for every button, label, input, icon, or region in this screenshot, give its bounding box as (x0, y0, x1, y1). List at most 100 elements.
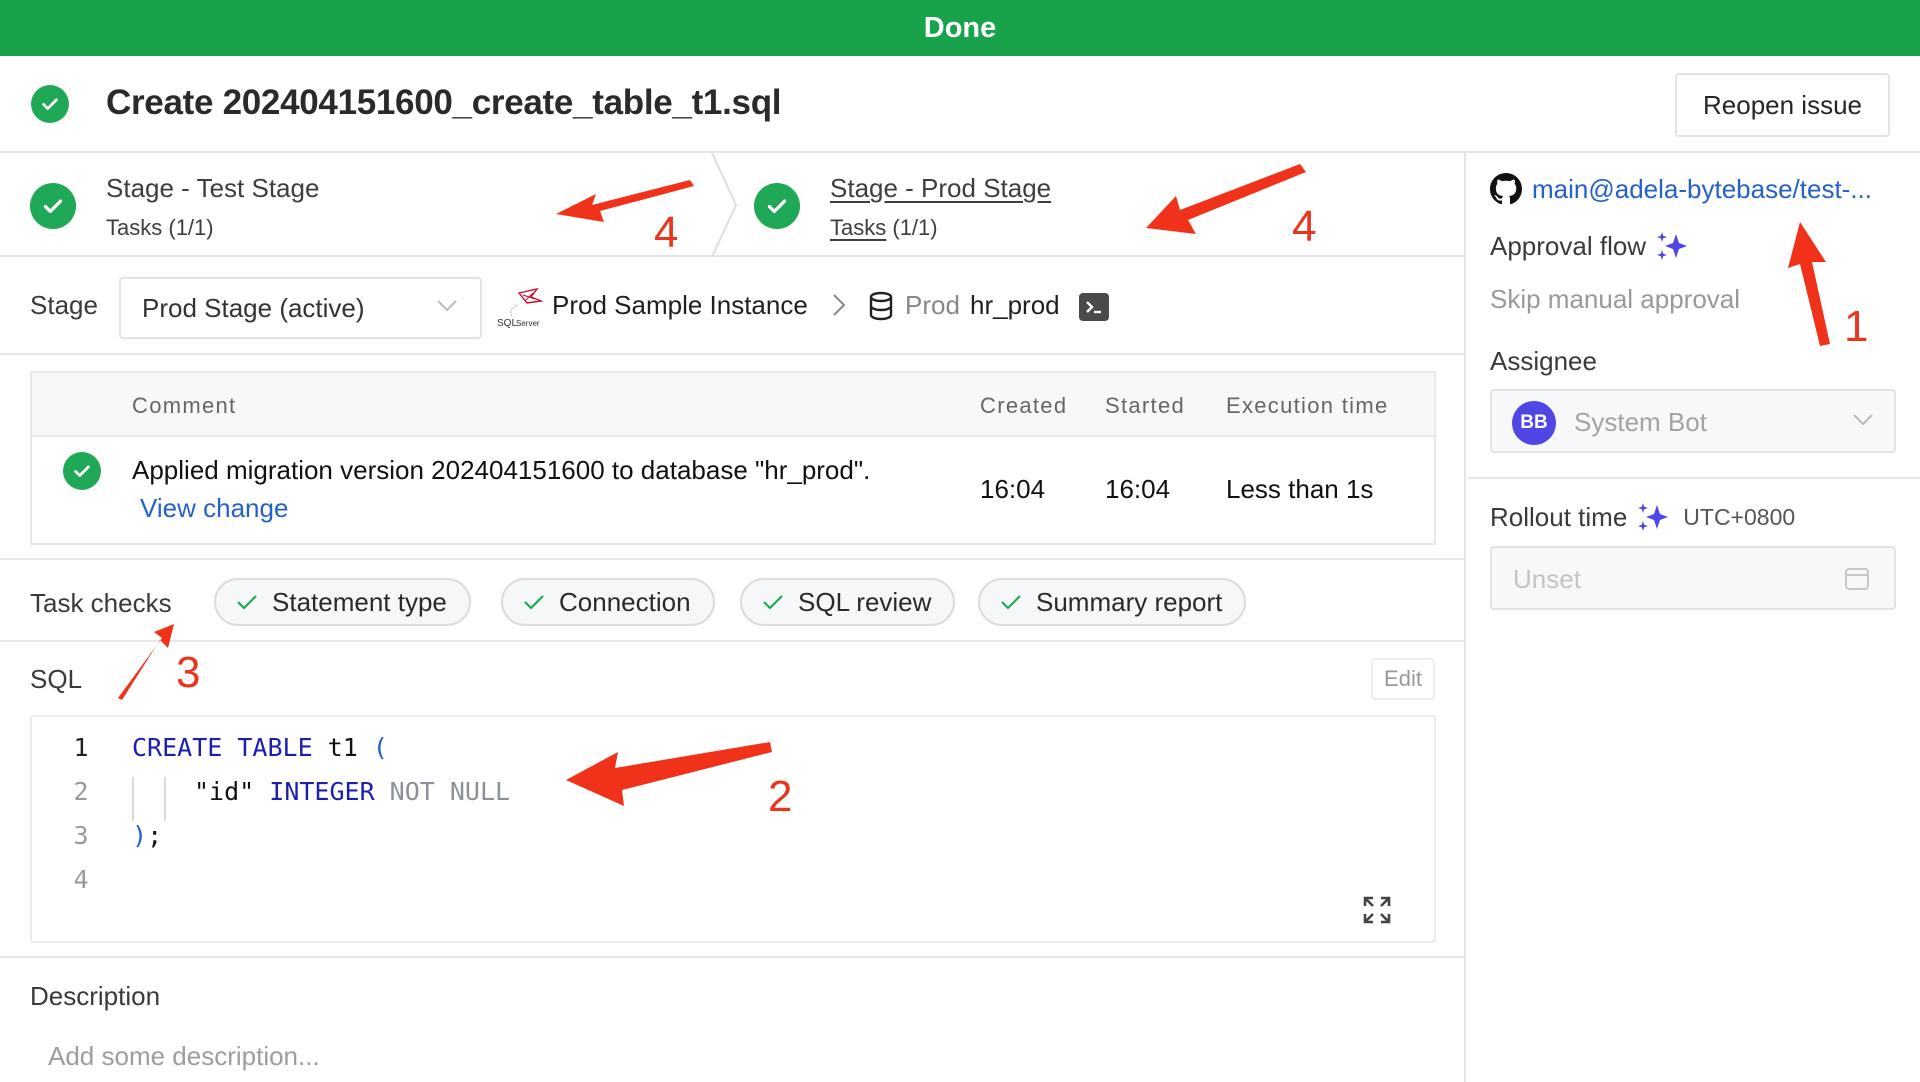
code-text: ); (132, 821, 162, 850)
code-token: NOT NULL (374, 777, 511, 806)
check-chip-label: Connection (559, 586, 691, 617)
issue-status-bar: Done (0, 0, 1920, 56)
code-token: ( (372, 733, 388, 762)
approval-flow-heading: Approval flow (1490, 230, 1688, 262)
code-line: 1 CREATE TABLE t1 ( (32, 733, 1434, 777)
expand-icon[interactable] (1362, 895, 1392, 925)
stage-selector-row: Stage Prod Stage (active) SQL Server Pro… (0, 257, 1466, 355)
stage-tasks[interactable]: Tasks (1/1) (830, 215, 938, 241)
stage-tasks-count: (1/1) (892, 215, 938, 240)
code-token: CREATE TABLE (132, 733, 313, 762)
annotation-number: 2 (768, 772, 793, 821)
stage-done-check-icon (754, 183, 800, 229)
assignee-name: System Bot (1574, 407, 1707, 437)
view-change-link[interactable]: View change (140, 493, 288, 524)
sql-code-editor[interactable]: 1 CREATE TABLE t1 ( 2 "id" INTEGER NOT N… (30, 715, 1436, 943)
line-number: 3 (73, 821, 89, 850)
column-created: Created (980, 393, 1068, 418)
column-started: Started (1105, 393, 1186, 418)
assignee-label: Assignee (1490, 346, 1597, 376)
stage-tasks-label: Tasks (830, 215, 887, 240)
rollout-time-picker[interactable]: Unset (1490, 546, 1896, 610)
instance-name[interactable]: Prod Sample Instance (552, 290, 808, 321)
task-execution-time: Less than 1s (1226, 474, 1374, 504)
issue-header: Create 202404151600_create_table_t1.sql … (0, 56, 1920, 153)
check-chip-label: SQL review (798, 586, 932, 617)
timezone-label: UTC+0800 (1683, 503, 1796, 530)
reopen-issue-button[interactable]: Reopen issue (1675, 73, 1890, 137)
annotation-number: 1 (1844, 302, 1869, 351)
vcs-branch-link[interactable]: main@adela-bytebase/test-... (1532, 174, 1872, 205)
stage-divider-chevron (711, 153, 738, 257)
sparkle-icon (1638, 503, 1669, 531)
stage-label: Stage (30, 290, 98, 320)
sparkle-icon (1657, 232, 1688, 260)
table-row: Applied migration version 202404151600 t… (32, 437, 1434, 545)
task-checks-row: Task checks Statement type Connection SQ… (0, 558, 1466, 642)
task-created: 16:04 (980, 474, 1046, 504)
stage-title[interactable]: Stage - Prod Stage (830, 173, 1051, 204)
stage-title: Stage - Test Stage (106, 173, 320, 203)
description-label: Description (30, 981, 161, 1011)
code-token: ) (132, 821, 148, 850)
code-token: ; (147, 821, 163, 850)
description-input[interactable]: Add some description... (48, 1041, 320, 1072)
divider (1468, 477, 1920, 479)
calendar-icon (1845, 568, 1869, 590)
table-header: Comment Created Started Execution time (32, 373, 1434, 437)
avatar: BB (1512, 401, 1556, 445)
check-icon (524, 595, 544, 610)
database-environment: Prod (905, 290, 960, 320)
annotation-number: 4 (1292, 202, 1317, 251)
stage-done-check-icon (30, 183, 76, 229)
edit-sql-button[interactable]: Edit (1371, 658, 1435, 700)
column-execution-time: Execution time (1226, 393, 1389, 418)
chevron-down-icon (1853, 414, 1873, 426)
stage-test[interactable]: Stage - Test Stage Tasks (1/1) (0, 153, 710, 257)
stage-tasks-count: (1/1) (168, 215, 214, 240)
status-label: Done (923, 11, 997, 44)
stage-select[interactable]: Prod Stage (active) (119, 277, 482, 339)
check-chip-summary-report[interactable]: Summary report (978, 578, 1247, 626)
issue-title: Create 202404151600_create_table_t1.sql (106, 83, 782, 122)
check-chip-statement-type[interactable]: Statement type (214, 578, 471, 626)
stage-pipeline: Stage - Test Stage Tasks (1/1) Stage - P… (0, 153, 1466, 257)
check-chip-sql-review[interactable]: SQL review (740, 578, 956, 626)
code-text: "id" INTEGER NOT NULL (194, 777, 510, 806)
sql-editor-button[interactable] (1079, 293, 1109, 321)
database-name[interactable]: hr_prod (970, 290, 1060, 321)
check-icon (763, 595, 783, 610)
divider (0, 956, 1466, 958)
code-text: CREATE TABLE t1 ( (132, 733, 388, 762)
indent-guide (164, 777, 166, 821)
chevron-right-icon (833, 294, 846, 316)
stage-tasks: Tasks (1/1) (106, 215, 214, 241)
issue-done-check-icon (31, 85, 69, 123)
check-chip-label: Summary report (1036, 586, 1223, 617)
code-line: 3 ); (32, 821, 1434, 865)
issue-sidebar: main@adela-bytebase/test-... Approval fl… (1468, 153, 1920, 1082)
code-token: "id" (194, 777, 270, 806)
github-icon (1490, 173, 1522, 205)
code-line: 4 (32, 865, 1434, 909)
stage-prod[interactable]: Stage - Prod Stage Tasks (1/1) (740, 153, 1466, 257)
svg-text:SQL: SQL (497, 318, 517, 329)
sqlserver-logo-icon: SQL Server (497, 287, 544, 329)
task-comment: Applied migration version 202404151600 t… (132, 455, 871, 485)
line-number: 4 (73, 865, 89, 894)
code-token: t1 (312, 733, 373, 762)
check-icon (1001, 595, 1021, 610)
svg-text:Server: Server (516, 319, 540, 328)
code-token: INTEGER (269, 777, 375, 806)
assignee-select[interactable]: BB System Bot (1490, 389, 1896, 453)
task-checks-label: Task checks (30, 588, 172, 618)
assignee-heading: Assignee (1490, 346, 1597, 377)
task-done-check-icon (63, 452, 101, 490)
vcs-branch-row: main@adela-bytebase/test-... (1490, 173, 1872, 205)
rollout-time-label: Rollout time (1490, 501, 1628, 532)
rollout-time-value: Unset (1513, 564, 1581, 594)
check-chip-connection[interactable]: Connection (501, 578, 715, 626)
chevron-down-icon (437, 300, 457, 312)
task-started: 16:04 (1105, 474, 1171, 504)
sql-section-label: SQL (30, 664, 83, 694)
